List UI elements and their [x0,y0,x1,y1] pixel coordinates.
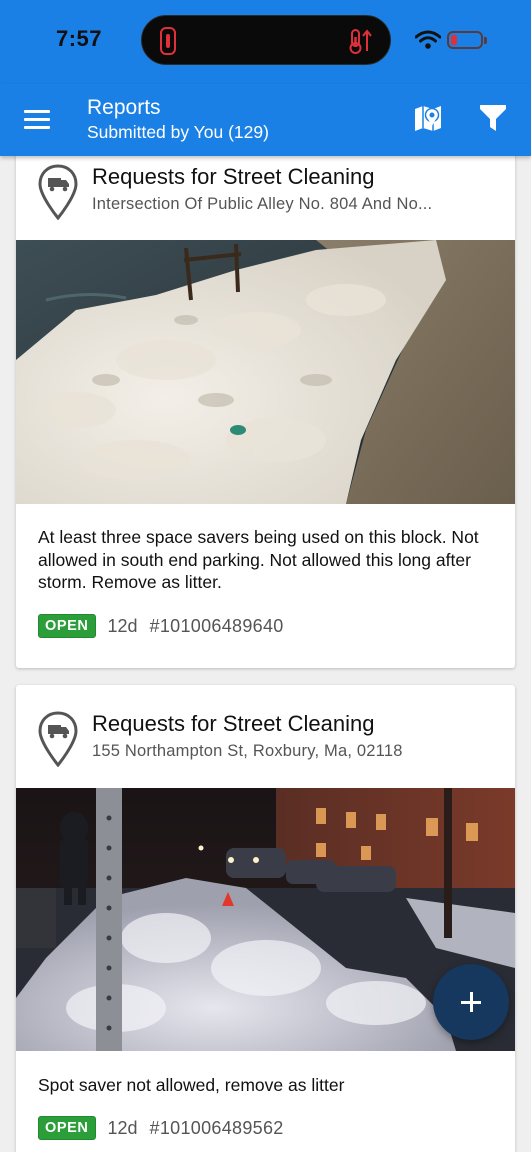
report-card[interactable]: Requests for Street Cleaning 155 Northam… [16,685,515,1152]
map-icon[interactable] [412,102,444,134]
page-subtitle: Submitted by You (129) [87,122,269,142]
report-photo[interactable] [16,240,515,504]
truck-pin-icon [38,711,78,767]
status-badge: OPEN [38,1116,96,1140]
add-report-button[interactable] [433,964,509,1040]
truck-pin-icon [38,164,78,220]
menu-icon-line [24,126,50,129]
report-meta: OPEN 12d #101006489640 [38,614,284,638]
app-bar: Reports Submitted by You (129) [0,84,531,156]
battery-alert-icon [160,27,176,55]
battery-icon [447,31,487,49]
menu-icon-line [24,118,50,121]
page-title: Reports [87,96,161,119]
report-description: At least three space savers being used o… [38,527,479,592]
menu-button[interactable] [24,108,52,130]
report-category: Requests for Street Cleaning [92,711,375,736]
status-badge: OPEN [38,614,96,638]
report-description: Spot saver not allowed, remove as litter [38,1075,345,1095]
report-category: Requests for Street Cleaning [92,164,375,189]
report-address: 155 Northampton St, Roxbury, Ma, 02118 [92,742,403,760]
report-card[interactable]: Requests for Street Cleaning Intersectio… [16,148,515,668]
wifi-icon [415,30,441,49]
dynamic-island [141,15,391,65]
filter-icon[interactable] [478,102,508,134]
report-id: #101006489640 [149,615,284,636]
report-age: 12d [107,1117,138,1138]
status-bar: 7:57 [0,0,531,84]
report-address: Intersection Of Public Alley No. 804 And… [92,195,433,213]
report-age: 12d [107,615,138,636]
plus-icon-vertical [470,992,473,1012]
menu-icon [24,110,50,113]
report-meta: OPEN 12d #101006489562 [38,1116,284,1140]
battery-level [451,35,457,45]
temperature-icon [349,29,372,54]
status-time: 7:57 [56,26,103,51]
report-id: #101006489562 [149,1117,284,1138]
